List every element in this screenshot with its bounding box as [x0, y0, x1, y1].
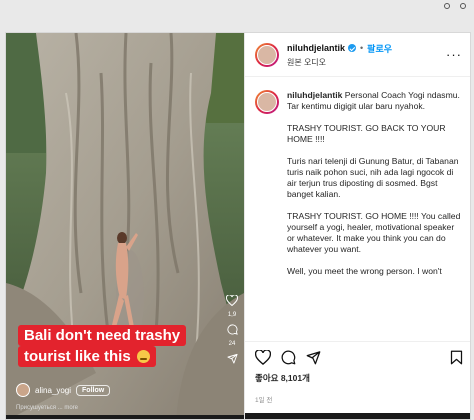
audio-label[interactable]: 원본 오디오 — [287, 57, 446, 68]
comment-icon[interactable] — [226, 324, 238, 335]
send-icon[interactable] — [306, 350, 321, 365]
send-icon[interactable] — [226, 353, 238, 364]
media-username[interactable]: alina_yogi — [35, 386, 71, 395]
heart-icon[interactable] — [226, 295, 238, 306]
grimace-emoji-icon — [136, 350, 150, 363]
caption-paragraph-2: Turis nari telenji di Gunung Batur, di T… — [287, 156, 459, 199]
caption-paragraph-3: TRASHY TOURIST. GO HOME !!!! You called … — [287, 211, 461, 254]
post-card: 1,9 24 Bali don't need trashy tourist li… — [5, 32, 471, 420]
more-options-icon[interactable]: ··· — [446, 47, 462, 62]
header-username[interactable]: niluhdjelantik — [287, 43, 345, 53]
media-follow-button[interactable]: Follow — [76, 384, 111, 396]
panel-bottom-bar — [245, 413, 470, 419]
media-bottom-bar — [6, 415, 244, 419]
post-actions: 좋아요 8,101개 1일 전 — [245, 341, 470, 419]
like-count[interactable]: 좋아요 8,101개 — [255, 372, 463, 384]
post-time[interactable]: 1일 전 — [255, 394, 463, 404]
verified-badge-icon — [348, 44, 357, 52]
action-icons — [255, 350, 463, 365]
post-header: niluhdjelantik • 팔로우 원본 오디오 ··· — [245, 33, 470, 77]
caption-text: niluhdjelantik Personal Coach Yogi ndasm… — [287, 90, 463, 277]
separator-dot: • — [360, 43, 364, 53]
media-side-actions: 1,9 24 — [226, 295, 238, 364]
caption-username[interactable]: niluhdjelantik — [287, 90, 342, 100]
comment-icon[interactable] — [281, 350, 296, 365]
window-dot-icon — [444, 3, 450, 9]
caption-row: niluhdjelantik Personal Coach Yogi ndasm… — [255, 90, 463, 277]
post-panel: niluhdjelantik • 팔로우 원본 오디오 ··· niluhdje… — [244, 33, 470, 419]
post-caption-area: niluhdjelantik Personal Coach Yogi ndasm… — [245, 78, 470, 341]
screenshot-frame: 1,9 24 Bali don't need trashy tourist li… — [0, 0, 474, 420]
media-comment-count: 24 — [228, 341, 236, 347]
caption-paragraph-1: TRASHY TOURIST. GO BACK TO YOUR HOME !!!… — [287, 123, 446, 144]
caption-line-2: tourist like this — [18, 346, 156, 367]
media-user-avatar[interactable] — [16, 383, 30, 397]
media-caption: Bali don't need trashy tourist like this — [18, 325, 187, 367]
bookmark-icon[interactable] — [450, 350, 463, 365]
header-info: niluhdjelantik • 팔로우 원본 오디오 — [287, 42, 446, 68]
window-dot-icon — [460, 3, 466, 9]
header-row: niluhdjelantik • 팔로우 — [287, 42, 446, 55]
caption-intro: niluhdjelantik Personal Coach Yogi ndasm… — [287, 90, 463, 112]
follow-button[interactable]: 팔로우 — [367, 42, 392, 55]
post-media[interactable]: 1,9 24 Bali don't need trashy tourist li… — [6, 33, 244, 419]
caption-line-1: Bali don't need trashy — [18, 325, 187, 346]
top-strip — [0, 0, 474, 12]
caption-line-2-text: tourist like this — [24, 348, 131, 365]
caption-paragraph-4: Well, you meet the wrong person. I won't — [287, 266, 442, 276]
media-subtext: Присушуеться ... more — [16, 405, 79, 411]
media-user-row: alina_yogi Follow — [16, 383, 111, 397]
caption-author-avatar[interactable] — [255, 90, 279, 114]
heart-icon[interactable] — [255, 350, 271, 365]
author-avatar[interactable] — [255, 42, 279, 67]
media-like-count: 1,9 — [227, 312, 237, 318]
